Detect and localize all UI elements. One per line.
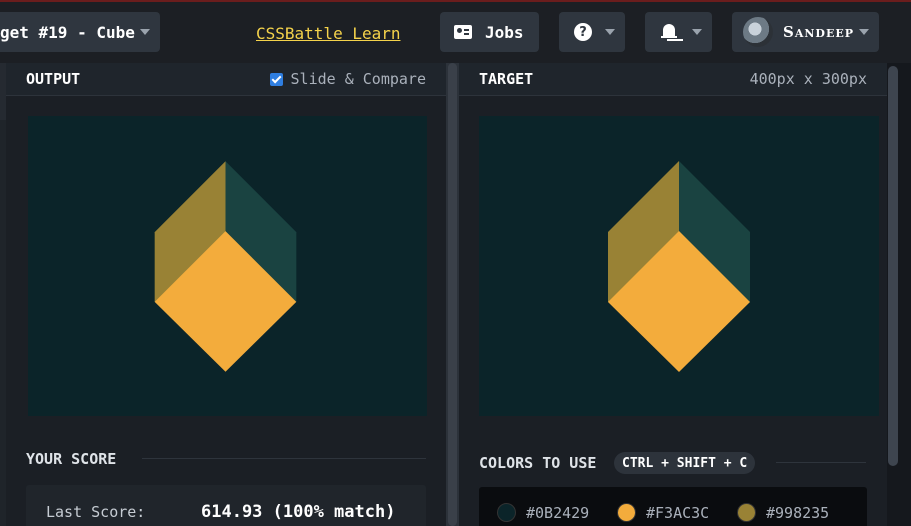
bell-icon bbox=[661, 23, 677, 41]
color-code: #0B2429 bbox=[526, 503, 590, 522]
color-chip[interactable]: #0B2429 bbox=[497, 503, 589, 522]
chevron-down-icon bbox=[692, 29, 702, 35]
user-menu-button[interactable]: Sandeep bbox=[732, 12, 879, 52]
jobs-label: Jobs bbox=[485, 22, 524, 42]
target-panel-header: TARGET 400px x 300px bbox=[459, 63, 887, 96]
color-code: #998235 bbox=[766, 503, 830, 522]
color-chip[interactable]: #998235 bbox=[737, 503, 829, 522]
colors-to-use-heading: COLORS TO USE bbox=[479, 454, 597, 472]
slide-compare-toggle[interactable]: Slide & Compare bbox=[269, 70, 426, 88]
panel-resize-handle[interactable] bbox=[446, 63, 459, 526]
copy-colors-shortcut-badge: CTRL + SHIFT + C bbox=[614, 452, 756, 474]
help-menu-button[interactable]: ? bbox=[559, 12, 625, 52]
target-preview-canvas bbox=[479, 116, 879, 416]
color-swatch bbox=[617, 503, 636, 522]
avatar bbox=[743, 17, 773, 47]
help-icon: ? bbox=[574, 23, 592, 41]
output-panel-header: OUTPUT Slide & Compare bbox=[6, 63, 446, 96]
color-code: #F3AC3C bbox=[646, 503, 710, 522]
output-cube bbox=[154, 161, 297, 372]
user-name: Sandeep bbox=[783, 23, 855, 41]
top-navbar: get #19 - Cube CSSBattle Learn Jobs ? Sa… bbox=[0, 2, 911, 63]
target-selector-button[interactable]: get #19 - Cube bbox=[0, 12, 160, 52]
jobs-button[interactable]: Jobs bbox=[440, 12, 539, 52]
notifications-button[interactable] bbox=[645, 12, 712, 52]
color-chip[interactable]: #F3AC3C bbox=[617, 503, 709, 522]
cssbattle-learn-link[interactable]: CSSBattle Learn bbox=[256, 24, 401, 43]
last-score-label: Last Score: bbox=[46, 503, 146, 521]
briefcase-icon bbox=[454, 25, 472, 39]
divider bbox=[776, 462, 866, 463]
page-scrollbar[interactable] bbox=[888, 66, 898, 466]
color-swatch bbox=[497, 503, 516, 522]
slide-compare-checkbox[interactable] bbox=[269, 72, 283, 86]
divider bbox=[142, 458, 426, 459]
target-title-label: TARGET bbox=[479, 70, 534, 88]
slide-compare-label: Slide & Compare bbox=[290, 70, 426, 88]
last-score-value: 614.93 (100% match) bbox=[201, 502, 396, 522]
chevron-down-icon bbox=[605, 29, 615, 35]
color-swatch bbox=[737, 503, 756, 522]
output-title: OUTPUT bbox=[26, 70, 81, 88]
your-score-heading: YOUR SCORE bbox=[26, 450, 117, 468]
output-preview-canvas[interactable] bbox=[28, 116, 427, 416]
chevron-down-icon bbox=[859, 29, 869, 35]
target-dimensions: 400px x 300px bbox=[749, 70, 867, 88]
target-cube bbox=[608, 161, 750, 372]
chevron-down-icon bbox=[140, 29, 150, 35]
target-title: get #19 - Cube bbox=[0, 22, 135, 42]
